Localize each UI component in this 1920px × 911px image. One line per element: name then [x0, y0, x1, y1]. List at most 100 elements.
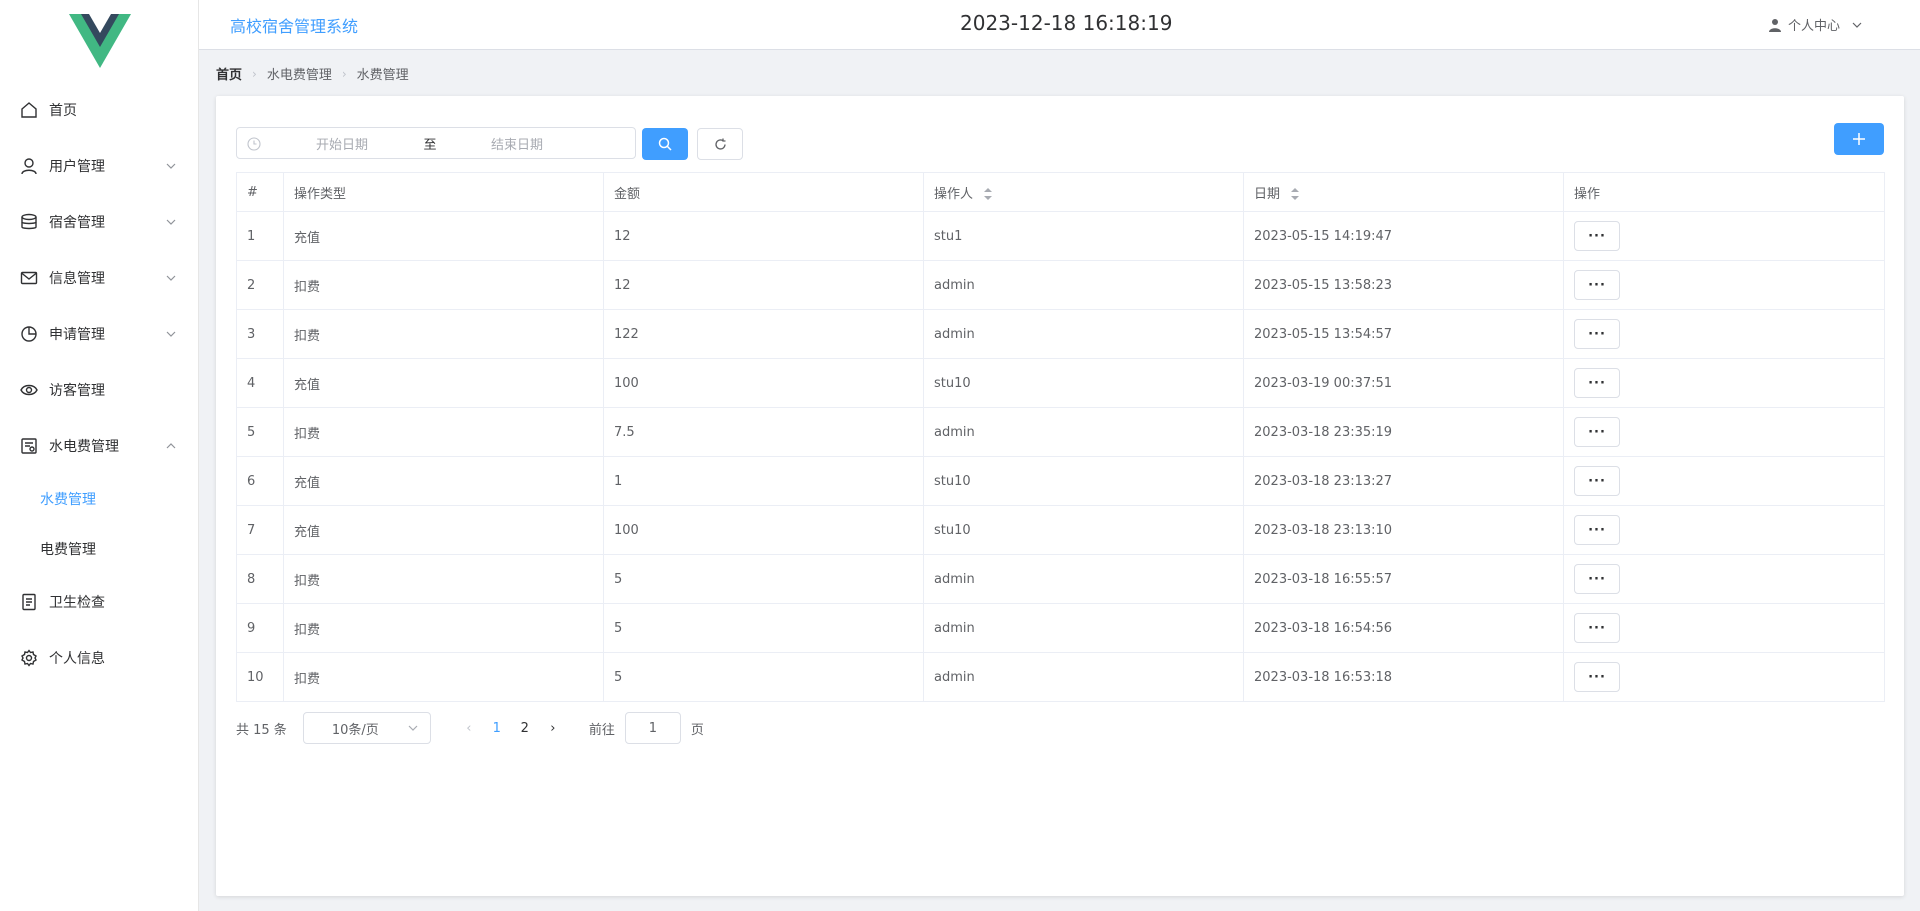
cell-amount: 5 — [603, 603, 924, 653]
page-number[interactable]: 2 — [511, 721, 539, 736]
cell-operator: admin — [923, 309, 1244, 359]
sidebar: 首页 用户管理 宿舍管理 信息管理 申请管理 访客管理 水电费管理 水费管理 电… — [0, 0, 199, 911]
search-button[interactable] — [642, 128, 688, 160]
sidebar-item-users[interactable]: 用户管理 — [0, 138, 199, 194]
cell-index: 2 — [236, 260, 284, 310]
gear-icon — [20, 649, 38, 667]
date-range-picker[interactable]: 开始日期 至 结束日期 — [236, 127, 636, 159]
goto-page-input[interactable]: 1 — [624, 712, 681, 744]
more-actions-button[interactable]: ··· — [1574, 662, 1620, 692]
cell-type: 扣费 — [283, 603, 604, 653]
cell-type: 扣费 — [283, 309, 604, 359]
more-actions-button[interactable]: ··· — [1574, 564, 1620, 594]
sidebar-item-dorms[interactable]: 宿舍管理 — [0, 194, 199, 250]
table-row: 6 充值 1 stu10 2023-03-18 23:13:27 ··· — [236, 456, 1885, 506]
cell-operator: admin — [923, 260, 1244, 310]
column-header: 操作类型 — [283, 172, 604, 212]
cell-actions: ··· — [1563, 211, 1885, 261]
sidebar-item-label: 用户管理 — [49, 159, 105, 175]
current-datetime: 2023-12-18 16:18:19 — [960, 11, 1173, 35]
cell-operator: admin — [923, 652, 1244, 702]
cell-date: 2023-03-18 23:13:10 — [1243, 505, 1564, 555]
table-row: 5 扣费 7.5 admin 2023-03-18 23:35:19 ··· — [236, 407, 1885, 457]
more-actions-button[interactable]: ··· — [1574, 368, 1620, 398]
breadcrumb-item: 水费管理 — [356, 68, 409, 83]
table-row: 4 充值 100 stu10 2023-03-19 00:37:51 ··· — [236, 358, 1885, 408]
more-actions-button[interactable]: ··· — [1574, 270, 1620, 300]
cell-index: 3 — [236, 309, 284, 359]
add-button[interactable] — [1834, 123, 1884, 155]
bill-icon — [20, 437, 38, 455]
sidebar-item-label: 首页 — [49, 103, 77, 119]
column-header-sortable[interactable]: 操作人 — [923, 172, 1244, 212]
sidebar-item-label: 个人信息 — [49, 651, 105, 667]
sidebar-item-label: 申请管理 — [49, 327, 105, 343]
records-table: # 操作类型 金额 操作人 日期 操作 1 充值 12 stu1 2023-05-15 … — [236, 172, 1885, 702]
cell-actions: ··· — [1563, 407, 1885, 457]
clock-icon — [247, 137, 261, 151]
sidebar-item-hygiene[interactable]: 卫生检查 — [0, 574, 199, 630]
eye-icon — [20, 381, 38, 399]
sidebar-item-applications[interactable]: 申请管理 — [0, 306, 199, 362]
home-icon — [20, 101, 38, 119]
more-actions-button[interactable]: ··· — [1574, 613, 1620, 643]
cell-amount: 5 — [603, 652, 924, 702]
more-actions-button[interactable]: ··· — [1574, 515, 1620, 545]
document-icon — [20, 593, 38, 611]
sidebar-item-messages[interactable]: 信息管理 — [0, 250, 199, 306]
page-size-select[interactable]: 10条/页 — [302, 712, 431, 744]
toolbar: 开始日期 至 结束日期 — [236, 123, 1884, 161]
reset-button[interactable] — [697, 128, 743, 160]
cell-type: 扣费 — [283, 260, 604, 310]
cell-date: 2023-05-15 13:58:23 — [1243, 260, 1564, 310]
user-center-dropdown[interactable]: 个人中心 — [1768, 15, 1868, 34]
more-actions-button[interactable]: ··· — [1574, 221, 1620, 251]
cell-index: 5 — [236, 407, 284, 457]
chevron-down-icon — [166, 163, 176, 169]
end-date-input[interactable]: 结束日期 — [442, 134, 592, 153]
column-header: # — [236, 172, 284, 212]
more-actions-button[interactable]: ··· — [1574, 319, 1620, 349]
breadcrumb-item: 水电费管理 — [266, 68, 332, 83]
column-header-sortable[interactable]: 日期 — [1243, 172, 1564, 212]
breadcrumb-item[interactable]: 首页 — [216, 64, 242, 83]
sidebar-subitem-water[interactable]: 水费管理 — [0, 474, 199, 524]
chevron-right-icon: › — [341, 66, 347, 81]
sidebar-item-label: 卫生检查 — [49, 595, 105, 611]
cell-index: 8 — [236, 554, 284, 604]
prev-page-button[interactable]: ‹ — [459, 721, 479, 736]
cell-date: 2023-03-19 00:37:51 — [1243, 358, 1564, 408]
start-date-input[interactable]: 开始日期 — [267, 134, 417, 153]
sidebar-subitem-label: 水费管理 — [40, 492, 96, 508]
cell-operator: stu10 — [923, 456, 1244, 506]
more-actions-button[interactable]: ··· — [1574, 466, 1620, 496]
sidebar-item-visitors[interactable]: 访客管理 — [0, 362, 199, 418]
vue-logo — [69, 14, 131, 68]
system-title[interactable]: 高校宿舍管理系统 — [230, 13, 358, 37]
next-page-button[interactable]: › — [543, 721, 563, 736]
cell-actions: ··· — [1563, 309, 1885, 359]
cell-actions: ··· — [1563, 505, 1885, 555]
cell-operator: admin — [923, 407, 1244, 457]
top-header: 高校宿舍管理系统 2023-12-18 16:18:19 个人中心 — [199, 0, 1920, 50]
cell-actions: ··· — [1563, 603, 1885, 653]
cell-date: 2023-05-15 14:19:47 — [1243, 211, 1564, 261]
cell-amount: 12 — [603, 260, 924, 310]
cell-index: 9 — [236, 603, 284, 653]
sidebar-item-profile[interactable]: 个人信息 — [0, 630, 199, 686]
sidebar-subitem-electricity[interactable]: 电费管理 — [0, 524, 199, 574]
cell-operator: admin — [923, 554, 1244, 604]
sort-caret-icon[interactable] — [1290, 187, 1300, 201]
page-number[interactable]: 1 — [483, 721, 511, 736]
cell-amount: 122 — [603, 309, 924, 359]
cell-date: 2023-03-18 16:55:57 — [1243, 554, 1564, 604]
sort-caret-icon[interactable] — [983, 187, 993, 201]
cell-amount: 7.5 — [603, 407, 924, 457]
more-actions-button[interactable]: ··· — [1574, 417, 1620, 447]
sidebar-item-home[interactable]: 首页 — [0, 82, 199, 138]
sidebar-item-label: 访客管理 — [49, 383, 105, 399]
chevron-right-icon: › — [252, 66, 257, 81]
sidebar-item-utilities[interactable]: 水电费管理 — [0, 418, 199, 474]
chevron-down-icon — [166, 331, 176, 337]
table-row: 2 扣费 12 admin 2023-05-15 13:58:23 ··· — [236, 260, 1885, 310]
